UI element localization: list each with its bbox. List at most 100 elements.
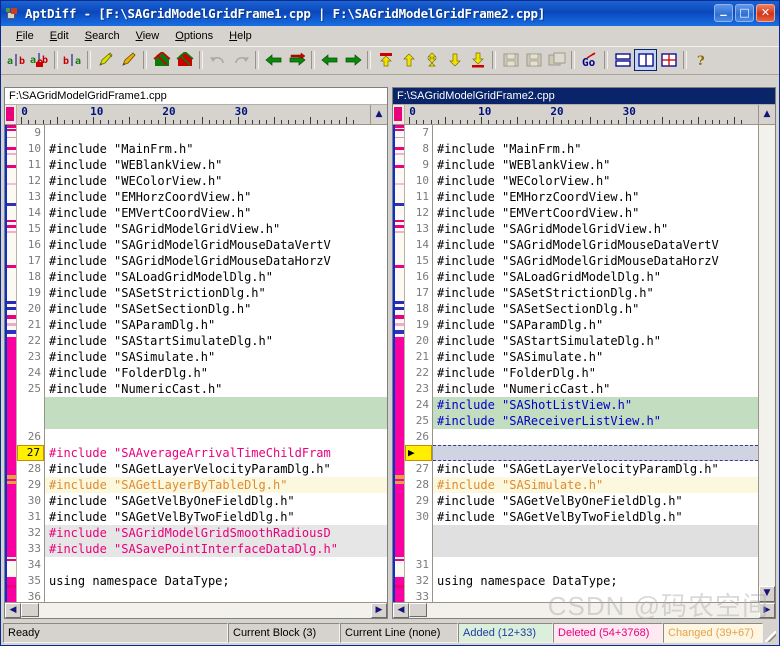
code-line[interactable]: #include "SAReceiverListView.h": [433, 413, 758, 429]
code-line[interactable]: #include "SAGetLayerByTableDlg.h": [45, 477, 387, 493]
code-line[interactable]: [45, 589, 387, 602]
edit-right-icon[interactable]: [117, 49, 140, 71]
save-all-icon[interactable]: [545, 49, 568, 71]
code-line[interactable]: #include "SASetStrictionDlg.h": [433, 285, 758, 301]
code-line[interactable]: #include "SAGridModelGridMouseDataHorzV: [433, 253, 758, 269]
code-line[interactable]: #include "SASimulate.h": [433, 349, 758, 365]
code-line[interactable]: #include "EMHorzCoordView.h": [433, 189, 758, 205]
down-diff-icon[interactable]: [443, 49, 466, 71]
help-icon[interactable]: ?: [690, 49, 713, 71]
code-line[interactable]: #include "SALoadGridModelDlg.h": [433, 269, 758, 285]
undo-icon[interactable]: [206, 49, 229, 71]
code-line[interactable]: #include "SASimulate.h": [45, 349, 387, 365]
code-line[interactable]: #include "SAGetVelByTwoFieldDlg.h": [45, 509, 387, 525]
compare-ba-icon[interactable]: b a: [61, 49, 84, 71]
right-code-area[interactable]: #include "MainFrm.h"#include "WEBlankVie…: [433, 125, 758, 602]
right-vscroll-track[interactable]: [759, 125, 775, 586]
code-line[interactable]: #include "SAStartSimulateDlg.h": [433, 333, 758, 349]
code-line[interactable]: #include "SAGridModelGridMouseDataVertV: [45, 237, 387, 253]
code-line[interactable]: #include "SAAverageArrivalTimeChildFram: [45, 445, 387, 461]
code-line[interactable]: [45, 557, 387, 573]
code-line[interactable]: #include "SAParamDlg.h": [433, 317, 758, 333]
view-grid-icon[interactable]: [657, 49, 680, 71]
code-line[interactable]: #include "SAGetVelByTwoFieldDlg.h": [433, 509, 758, 525]
code-line[interactable]: #include "SAGridModelGridMouseDataVertV: [433, 237, 758, 253]
right-horizontal-scrollbar[interactable]: ◀ ▶: [393, 602, 775, 618]
code-line[interactable]: using namespace DataType;: [45, 573, 387, 589]
merge-left-icon[interactable]: [150, 49, 173, 71]
code-line[interactable]: [45, 429, 387, 445]
next-diff-icon[interactable]: [341, 49, 364, 71]
mid-diff-icon[interactable]: [420, 49, 443, 71]
code-line[interactable]: #include "WEColorView.h": [433, 173, 758, 189]
menu-item-view[interactable]: View: [128, 28, 168, 44]
code-line[interactable]: #include "SALoadGridModelDlg.h": [45, 269, 387, 285]
menu-item-help[interactable]: Help: [221, 28, 260, 44]
right-hscroll-left-button[interactable]: ◀: [393, 603, 409, 618]
code-line[interactable]: #include "SAGetLayerVelocityParamDlg.h": [433, 461, 758, 477]
code-line[interactable]: #include "SASimulate.h": [433, 477, 758, 493]
left-hscroll-right-button[interactable]: ▶: [371, 603, 387, 618]
code-line[interactable]: [433, 445, 758, 461]
right-diff-overview[interactable]: [393, 125, 405, 602]
view-horizontal-icon[interactable]: [611, 49, 634, 71]
first-diff-icon[interactable]: [374, 49, 397, 71]
code-line[interactable]: #include "SAGetVelByOneFieldDlg.h": [45, 493, 387, 509]
code-line[interactable]: #include "NumericCast.h": [45, 381, 387, 397]
left-hscroll-track[interactable]: [39, 603, 371, 618]
code-line[interactable]: [433, 589, 758, 602]
left-scroll-up-button[interactable]: ▲: [370, 105, 387, 123]
compare-ab-icon[interactable]: a b: [5, 49, 28, 71]
goto-icon[interactable]: Go: [578, 49, 601, 71]
save-left-icon[interactable]: [499, 49, 522, 71]
code-line[interactable]: #include "MainFrm.h": [45, 141, 387, 157]
code-line[interactable]: [45, 413, 387, 429]
code-line[interactable]: #include "SAShotListView.h": [433, 397, 758, 413]
code-line[interactable]: #include "WEColorView.h": [45, 173, 387, 189]
code-line[interactable]: [433, 541, 758, 557]
code-line[interactable]: #include "SAGetVelByOneFieldDlg.h": [433, 493, 758, 509]
code-line[interactable]: [433, 125, 758, 141]
code-line[interactable]: using namespace DataType;: [433, 573, 758, 589]
code-line[interactable]: #include "SAStartSimulateDlg.h": [45, 333, 387, 349]
code-line[interactable]: #include "SAGridModelGridSmoothRadiousD: [45, 525, 387, 541]
redo-icon[interactable]: [229, 49, 252, 71]
code-line[interactable]: #include "MainFrm.h": [433, 141, 758, 157]
maximize-button[interactable]: □: [735, 4, 754, 22]
code-line[interactable]: #include "SAParamDlg.h": [45, 317, 387, 333]
code-line[interactable]: #include "SAGridModelGridMouseDataHorzV: [45, 253, 387, 269]
save-right-icon[interactable]: [522, 49, 545, 71]
up-diff-icon[interactable]: [397, 49, 420, 71]
left-code-area[interactable]: #include "MainFrm.h"#include "WEBlankVie…: [45, 125, 387, 602]
view-vertical-icon[interactable]: [634, 49, 657, 71]
code-line[interactable]: #include "SAGridModelGridView.h": [433, 221, 758, 237]
code-line[interactable]: #include "SAGetLayerVelocityParamDlg.h": [45, 461, 387, 477]
menu-item-file[interactable]: File: [8, 28, 42, 44]
right-scroll-up-button[interactable]: ▲: [758, 105, 775, 123]
compare-ab-locked-icon[interactable]: a b: [28, 49, 51, 71]
code-line[interactable]: #include "EMHorzCoordView.h": [45, 189, 387, 205]
right-hscroll-right-button[interactable]: ▶: [759, 603, 775, 618]
code-line[interactable]: [45, 125, 387, 141]
code-line[interactable]: #include "FolderDlg.h": [433, 365, 758, 381]
last-diff-icon[interactable]: [466, 49, 489, 71]
left-diff-overview[interactable]: [5, 125, 17, 602]
edit-left-icon[interactable]: [94, 49, 117, 71]
menu-item-options[interactable]: Options: [167, 28, 221, 44]
merge-right-icon[interactable]: [173, 49, 196, 71]
code-line[interactable]: #include "FolderDlg.h": [45, 365, 387, 381]
right-hscroll-thumb[interactable]: [409, 603, 427, 617]
code-line[interactable]: #include "NumericCast.h": [433, 381, 758, 397]
left-horizontal-scrollbar[interactable]: ◀ ▶: [5, 602, 387, 618]
copy-right-icon[interactable]: [285, 49, 308, 71]
code-line[interactable]: [433, 525, 758, 541]
right-vertical-scrollbar[interactable]: ▼: [758, 125, 775, 602]
minimize-button[interactable]: _: [714, 4, 733, 22]
code-line[interactable]: [45, 397, 387, 413]
right-vscroll-down-button[interactable]: ▼: [759, 586, 775, 602]
right-hscroll-track[interactable]: [427, 603, 759, 618]
resize-grip-icon[interactable]: [763, 623, 777, 643]
code-line[interactable]: #include "EMVertCoordView.h": [45, 205, 387, 221]
code-line[interactable]: #include "SAGridModelGridView.h": [45, 221, 387, 237]
left-hscroll-thumb[interactable]: [21, 603, 39, 617]
